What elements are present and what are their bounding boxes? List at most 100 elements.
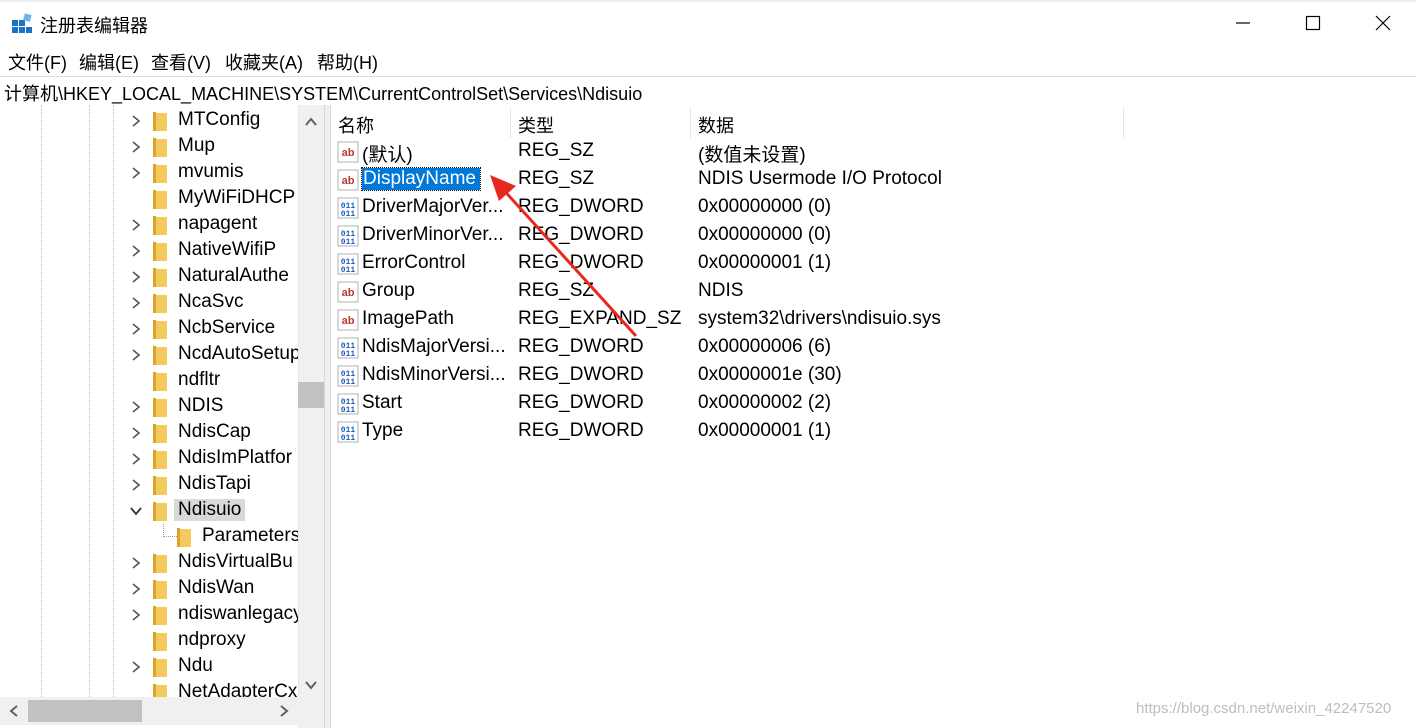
scroll-down-icon[interactable] xyxy=(303,677,319,693)
tree-item[interactable]: NdisVirtualBu xyxy=(0,550,298,576)
tree-item[interactable]: Parameters xyxy=(0,524,300,550)
tree-item-label[interactable]: NcaSvc xyxy=(178,291,243,313)
chevron-right-icon[interactable] xyxy=(130,583,142,595)
key-tree[interactable]: MTConfig Mup mvumis MyWiFiDHCP napagent Nativ… xyxy=(0,105,324,728)
value-row[interactable]: 011 011 NdisMinorVersi... REG_DWORD 0x000000… xyxy=(331,362,1416,390)
tree-item[interactable]: Ndisuio xyxy=(0,498,298,524)
tree-item-label[interactable]: Ndu xyxy=(178,655,213,677)
tree-item[interactable]: NdisCap xyxy=(0,420,298,446)
tree-item-label[interactable]: NcbService xyxy=(178,317,275,339)
chevron-right-icon[interactable] xyxy=(130,167,142,179)
tree-item[interactable]: NaturalAuthe xyxy=(0,264,298,290)
menu-view[interactable]: 查看(V) xyxy=(151,49,211,75)
chevron-right-icon[interactable] xyxy=(130,453,142,465)
value-name[interactable]: NdisMajorVersi... xyxy=(362,336,510,358)
value-row[interactable]: 011 011 Start REG_DWORD 0x00000002 (2) xyxy=(331,390,1416,418)
menu-file[interactable]: 文件(F) xyxy=(8,49,67,75)
scroll-up-icon[interactable] xyxy=(303,114,319,130)
tree-item-label[interactable]: MyWiFiDHCP xyxy=(178,187,295,209)
value-name[interactable]: Type xyxy=(362,420,510,442)
tree-item-label[interactable]: NaturalAuthe xyxy=(178,265,289,287)
value-row[interactable]: 011 011 NdisMajorVersi... REG_DWORD 0x000000… xyxy=(331,334,1416,362)
tree-horizontal-scroll-thumb[interactable] xyxy=(28,700,142,722)
value-name[interactable]: (默认) xyxy=(362,140,510,167)
chevron-right-icon[interactable] xyxy=(130,661,142,673)
value-name[interactable]: ImagePath xyxy=(362,308,510,330)
chevron-right-icon[interactable] xyxy=(130,349,142,361)
tree-item[interactable]: napagent xyxy=(0,212,298,238)
value-row[interactable]: ab Group REG_SZ NDIS xyxy=(331,278,1416,306)
tree-item[interactable]: MyWiFiDHCP xyxy=(0,186,298,212)
chevron-right-icon[interactable] xyxy=(130,245,142,257)
tree-item-label[interactable]: napagent xyxy=(178,213,257,235)
tree-item[interactable]: NativeWifiP xyxy=(0,238,298,264)
tree-vertical-scroll-thumb[interactable] xyxy=(298,382,324,408)
tree-item[interactable]: NdisWan xyxy=(0,576,298,602)
tree-item-label[interactable]: ndiswanlegacy xyxy=(178,603,303,625)
tree-item-label[interactable]: NDIS xyxy=(178,395,223,417)
tree-item[interactable]: Ndu xyxy=(0,654,298,680)
tree-item-label[interactable]: ndproxy xyxy=(178,629,246,651)
chevron-right-icon[interactable] xyxy=(130,323,142,335)
value-row[interactable]: 011 011 Type REG_DWORD 0x00000001 (1) xyxy=(331,418,1416,446)
tree-item-label[interactable]: mvumis xyxy=(178,161,243,183)
tree-item[interactable]: NcaSvc xyxy=(0,290,298,316)
address-path[interactable]: 计算机\HKEY_LOCAL_MACHINE\SYSTEM\CurrentCon… xyxy=(4,80,642,106)
tree-item[interactable]: NcbService xyxy=(0,316,298,342)
value-row[interactable]: 011 011 ErrorControl REG_DWORD 0x00000001 (1… xyxy=(331,250,1416,278)
tree-item[interactable]: mvumis xyxy=(0,160,298,186)
tree-item-label[interactable]: Parameters xyxy=(202,525,300,547)
scroll-right-icon[interactable] xyxy=(276,703,292,719)
menu-edit[interactable]: 编辑(E) xyxy=(79,49,139,75)
value-row[interactable]: ab (默认) REG_SZ (数值未设置) xyxy=(331,138,1416,166)
column-separator[interactable] xyxy=(510,108,511,138)
value-name[interactable]: Group xyxy=(362,280,510,302)
tree-item-label[interactable]: NdisVirtualBu xyxy=(178,551,293,573)
tree-item-label[interactable]: Mup xyxy=(178,135,215,157)
menu-favorites[interactable]: 收藏夹(A) xyxy=(225,49,303,75)
close-button[interactable] xyxy=(1348,0,1416,46)
tree-item[interactable]: NcdAutoSetup xyxy=(0,342,301,368)
column-separator[interactable] xyxy=(690,108,691,138)
chevron-right-icon[interactable] xyxy=(130,115,142,127)
chevron-right-icon[interactable] xyxy=(130,479,142,491)
value-name[interactable]: DriverMinorVer... xyxy=(362,224,510,246)
pane-splitter[interactable] xyxy=(324,105,331,728)
chevron-right-icon[interactable] xyxy=(130,401,142,413)
value-row[interactable]: 011 011 DriverMajorVer... REG_DWORD 0x000000… xyxy=(331,194,1416,222)
tree-item-label[interactable]: Ndisuio xyxy=(174,499,246,521)
menu-help[interactable]: 帮助(H) xyxy=(317,49,378,75)
tree-item-label[interactable]: NativeWifiP xyxy=(178,239,276,261)
value-name[interactable]: ErrorControl xyxy=(362,252,510,274)
value-row[interactable]: 011 011 DriverMinorVer... REG_DWORD 0x000000… xyxy=(331,222,1416,250)
tree-item[interactable]: NdisTapi xyxy=(0,472,298,498)
tree-item[interactable]: NDIS xyxy=(0,394,298,420)
chevron-right-icon[interactable] xyxy=(130,141,142,153)
tree-item[interactable]: Mup xyxy=(0,134,298,160)
tree-item-label[interactable]: NdisWan xyxy=(178,577,254,599)
value-name[interactable]: Start xyxy=(362,392,510,414)
maximize-button[interactable] xyxy=(1278,0,1348,46)
chevron-right-icon[interactable] xyxy=(130,219,142,231)
value-name[interactable]: DriverMajorVer... xyxy=(362,196,510,218)
scroll-left-icon[interactable] xyxy=(6,703,22,719)
tree-item[interactable]: MTConfig xyxy=(0,108,298,134)
value-name[interactable]: NdisMinorVersi... xyxy=(362,364,510,386)
tree-item[interactable]: ndiswanlegacy xyxy=(0,602,303,628)
chevron-right-icon[interactable] xyxy=(130,557,142,569)
tree-item-label[interactable]: NdisImPlatfor xyxy=(178,447,292,469)
tree-item[interactable]: ndproxy xyxy=(0,628,298,654)
tree-item[interactable]: ndfltr xyxy=(0,368,298,394)
chevron-right-icon[interactable] xyxy=(130,427,142,439)
tree-item-label[interactable]: NdisTapi xyxy=(178,473,251,495)
tree-item[interactable]: NdisImPlatfor xyxy=(0,446,298,472)
value-row[interactable]: ab DisplayName REG_SZ NDIS Usermode I/O Pro… xyxy=(331,166,1416,194)
column-separator[interactable] xyxy=(1123,108,1124,138)
chevron-right-icon[interactable] xyxy=(130,297,142,309)
tree-item-label[interactable]: ndfltr xyxy=(178,369,220,391)
tree-item-label[interactable]: NcdAutoSetup xyxy=(178,343,301,365)
chevron-right-icon[interactable] xyxy=(130,271,142,283)
chevron-right-icon[interactable] xyxy=(130,609,142,621)
tree-item-label[interactable]: MTConfig xyxy=(178,109,260,131)
chevron-down-icon[interactable] xyxy=(130,505,142,517)
